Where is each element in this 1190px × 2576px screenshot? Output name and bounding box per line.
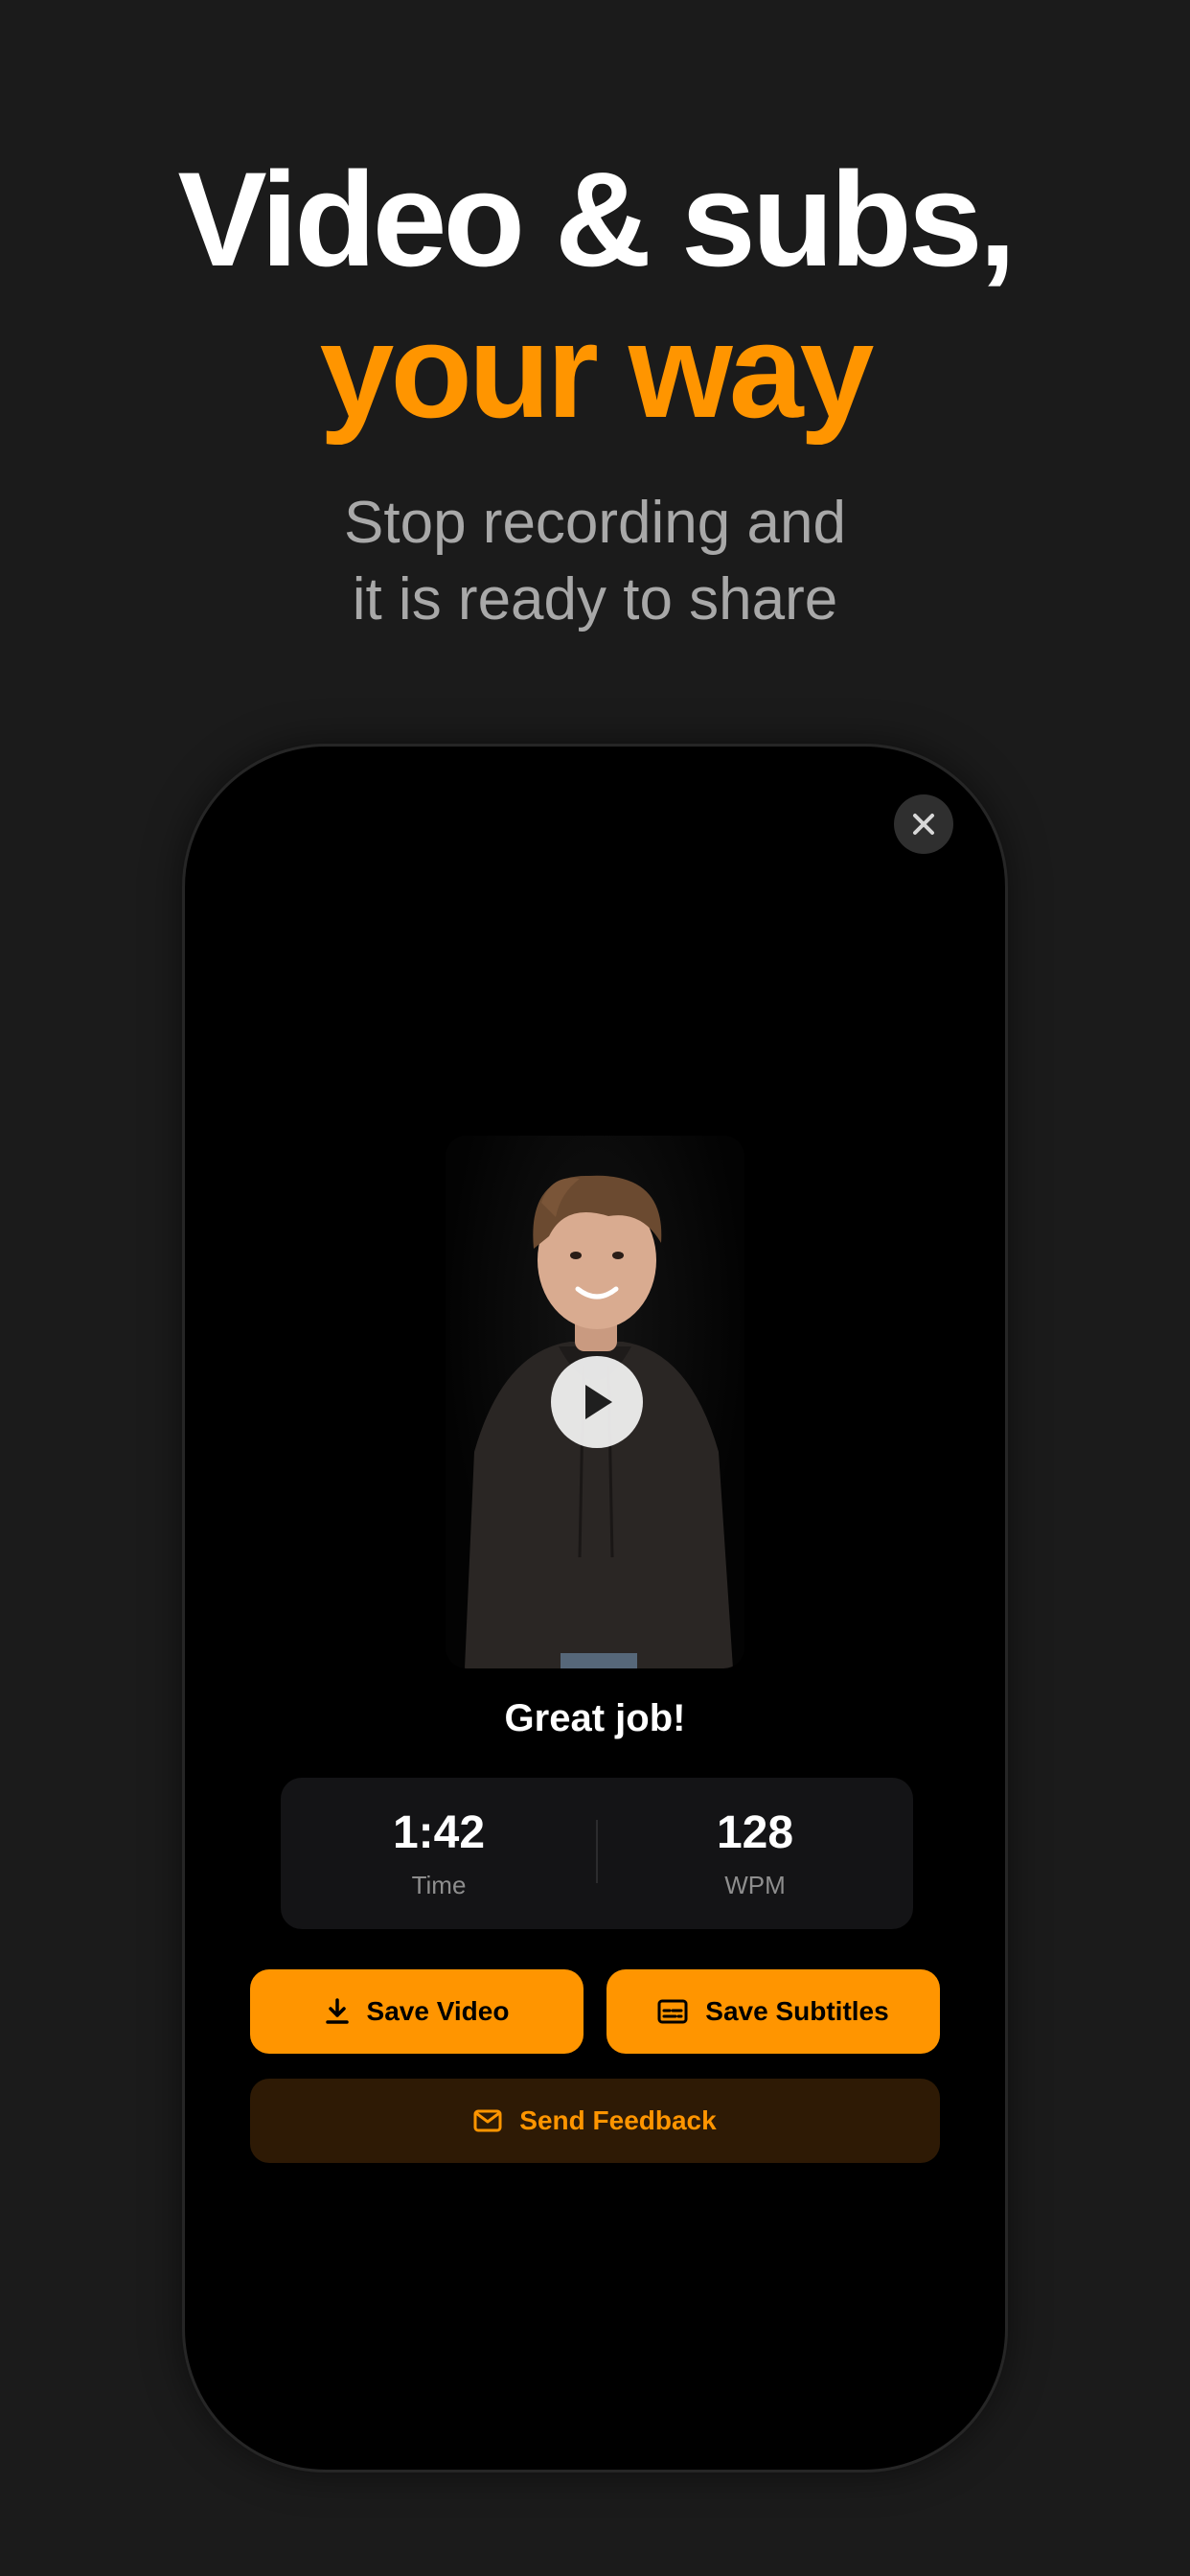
- result-heading: Great job!: [504, 1697, 686, 1739]
- stat-time-value: 1:42: [392, 1807, 486, 1858]
- headline: Video & subs, your way: [0, 144, 1190, 447]
- save-subtitles-label: Save Subtitles: [705, 1996, 889, 2026]
- send-feedback-label: Send Feedback: [519, 2105, 717, 2135]
- mail-icon: [473, 2109, 502, 2132]
- video-preview[interactable]: [446, 1136, 744, 1668]
- close-icon: [913, 814, 934, 835]
- stat-wpm: 128 WPM: [597, 1806, 913, 1900]
- promo-screen: Video & subs, your way Stop recording an…: [0, 0, 1190, 2576]
- stat-time: 1:42 Time: [281, 1806, 597, 1900]
- stats-card: 1:42 Time 128 WPM: [281, 1778, 913, 1929]
- close-button[interactable]: [894, 794, 953, 854]
- subtitle: Stop recording and it is ready to share: [0, 485, 1190, 638]
- phone-frame: Great job! 1:42 Time 128 WPM Save Video: [182, 744, 1008, 2472]
- subtitle-line-2: it is ready to share: [352, 566, 838, 632]
- headline-line-1: Video & subs,: [177, 144, 1016, 294]
- headline-line-2: your way: [319, 295, 875, 446]
- save-video-button[interactable]: Save Video: [250, 1969, 584, 2054]
- stat-wpm-label: WPM: [724, 1871, 786, 1899]
- save-video-label: Save Video: [366, 1996, 510, 2026]
- subtitles-icon: [657, 1999, 688, 2024]
- play-button[interactable]: [551, 1356, 643, 1448]
- download-icon: [325, 1998, 349, 2024]
- send-feedback-button[interactable]: Send Feedback: [250, 2079, 940, 2163]
- subtitle-line-1: Stop recording and: [344, 490, 846, 556]
- save-subtitles-button[interactable]: Save Subtitles: [606, 1969, 940, 2054]
- stat-time-label: Time: [411, 1871, 467, 1899]
- stat-wpm-value: 128: [716, 1807, 794, 1858]
- play-icon: [585, 1385, 612, 1419]
